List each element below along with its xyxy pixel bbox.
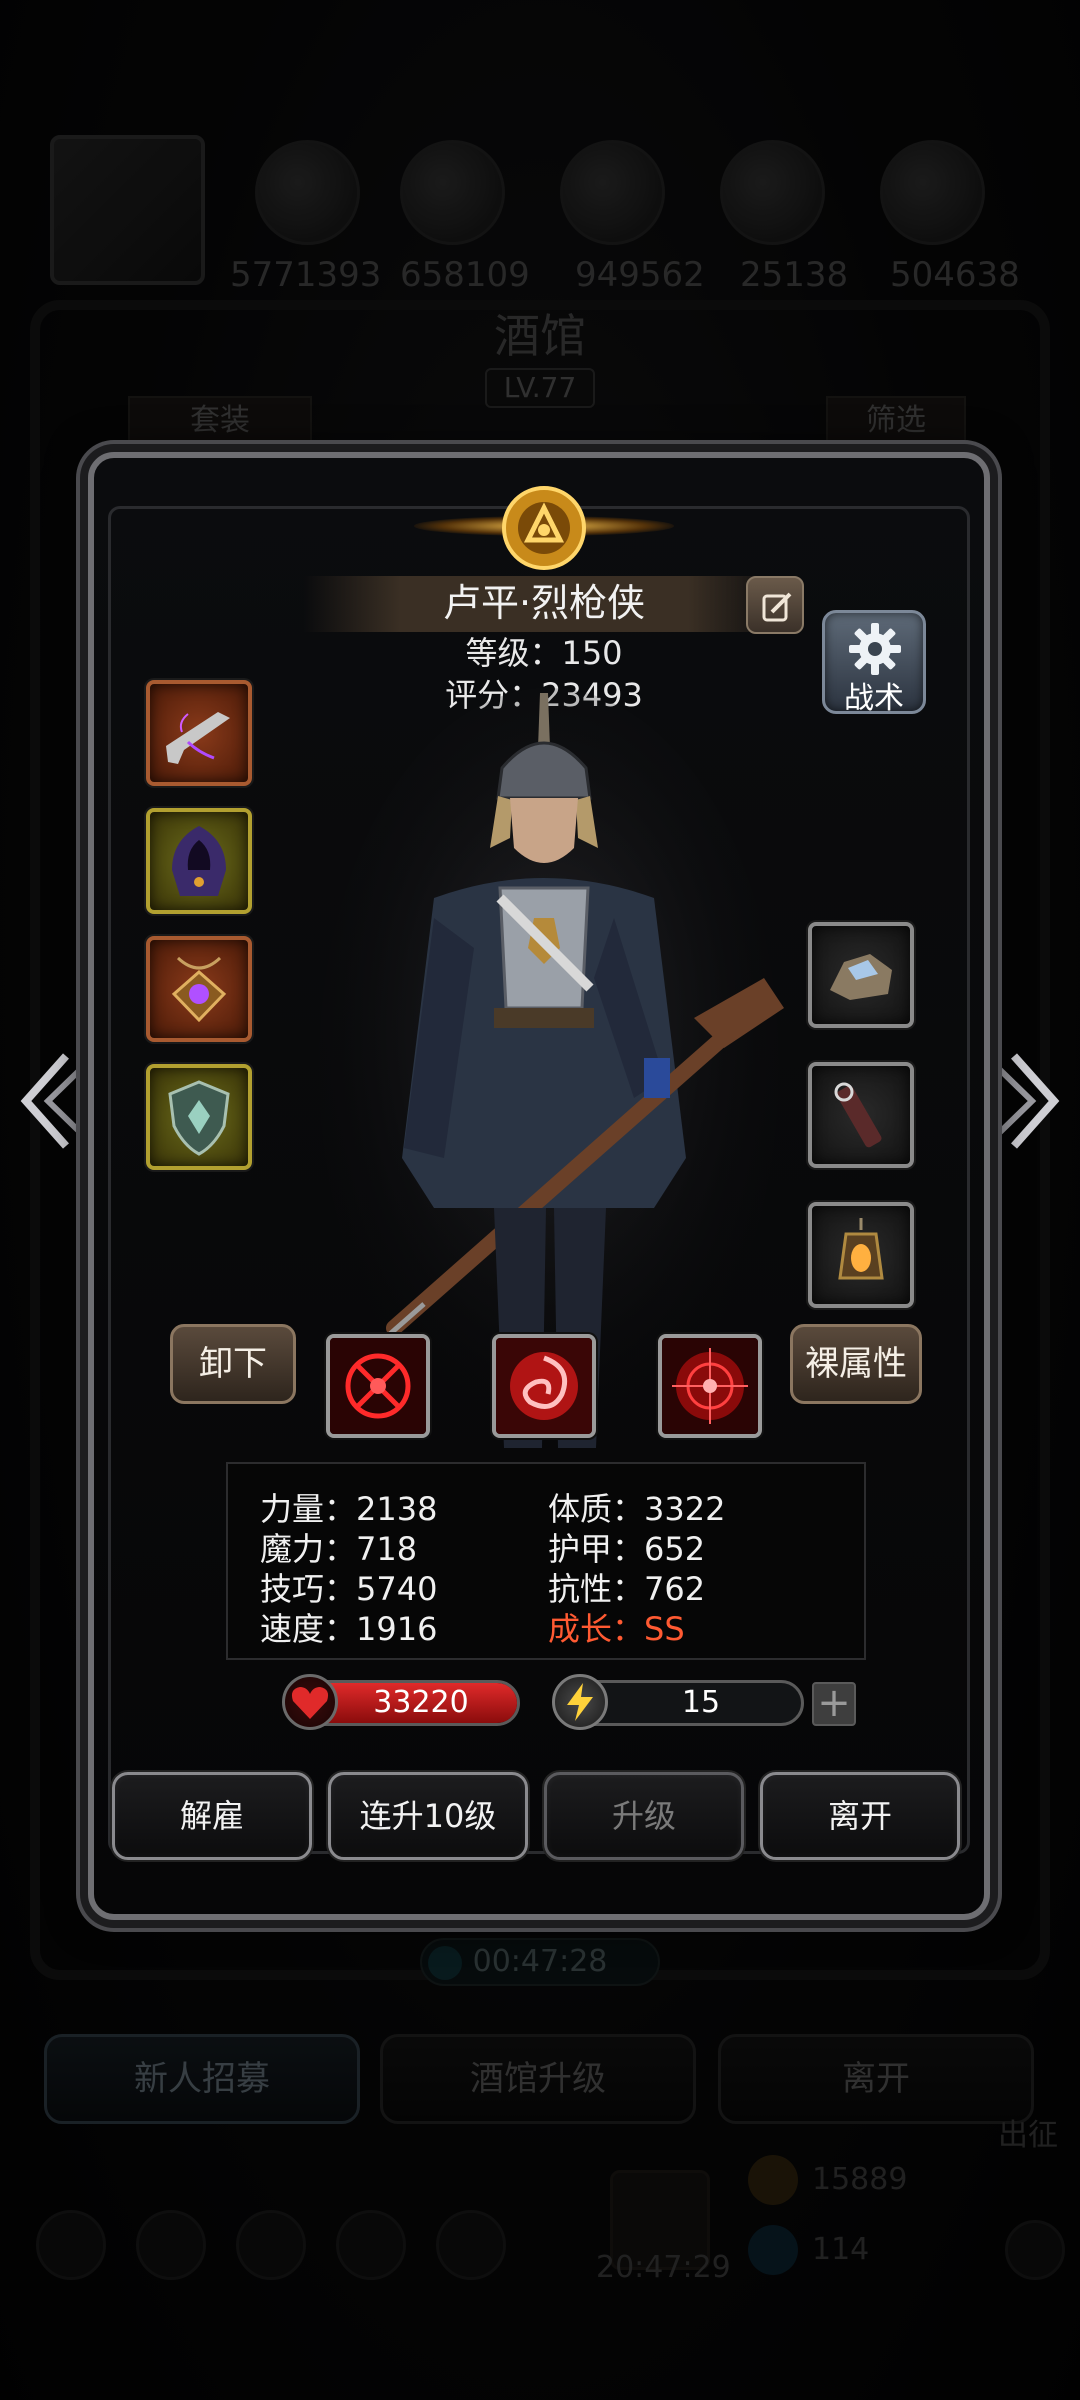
amulet-icon	[171, 956, 227, 1023]
resource-value-5: 504638	[890, 255, 1020, 295]
heart-icon	[282, 1674, 338, 1730]
resource-value-1: 5771393	[230, 255, 382, 295]
tactics-button[interactable]: 战术	[822, 610, 926, 716]
resource-icon-3	[560, 140, 665, 245]
edit-icon	[762, 592, 792, 622]
skill-slot-3[interactable]	[658, 1334, 762, 1438]
clock-icon	[428, 1946, 462, 1980]
equip-slot-lantern[interactable]	[808, 1202, 914, 1308]
tavern-level: LV.77	[485, 368, 595, 408]
bottom-nav-icon-4[interactable]	[336, 2210, 406, 2280]
upgrade-button[interactable]: 升级	[544, 1772, 744, 1860]
lightning-icon	[552, 1674, 608, 1730]
refresh-timer-text: 00:47:28	[472, 1944, 608, 1979]
next-hero-arrow-icon[interactable]	[988, 1046, 1068, 1156]
dismiss-button[interactable]: 解雇	[112, 1772, 312, 1860]
resource-icon-4	[720, 140, 825, 245]
gem-icon	[748, 2225, 798, 2275]
hero-level: 等级：150	[465, 634, 623, 672]
refresh-timer: 00:47:28	[420, 1938, 660, 1986]
rank-crest-icon	[502, 486, 586, 570]
hero-name: 卢平·烈枪侠	[442, 581, 646, 625]
ore-stone-icon	[830, 954, 892, 1000]
scroll-charm-icon	[834, 1082, 882, 1148]
tavern-title: 酒馆	[494, 309, 586, 363]
energy-value: 15	[681, 1685, 721, 1720]
add-energy-button[interactable]: +	[812, 1682, 856, 1726]
tactics-label: 战术	[844, 681, 904, 716]
resource-value-2: 658109	[400, 255, 530, 295]
hero-detail-dialog: 卢平·烈枪侠 等级：150 评分：23493 战术	[88, 452, 990, 1920]
unequip-button[interactable]: 卸下	[170, 1324, 296, 1404]
resource-value-4: 25138	[740, 255, 849, 295]
vortex-skill-icon	[496, 1338, 592, 1434]
hero-stats-panel: 力量：2138 魔力：718 技巧：5740 速度：1916 体质：3322 护…	[226, 1462, 866, 1660]
expedition-label[interactable]: 出征	[998, 2110, 1058, 2154]
player-portrait	[50, 135, 205, 285]
tavern-upgrade-button[interactable]: 酒馆升级	[380, 2034, 696, 2124]
equip-slot-cloak[interactable]	[146, 808, 252, 914]
bottom-nav-icon-2[interactable]	[136, 2210, 206, 2280]
crosshair-skill-icon	[330, 1338, 426, 1434]
equip-slot-charm[interactable]	[808, 1062, 914, 1168]
bottom-nav-icon-1[interactable]	[36, 2210, 106, 2280]
base-attributes-button[interactable]: 裸属性	[790, 1324, 922, 1404]
level-up-10-button[interactable]: 连升10级	[328, 1772, 528, 1860]
resource-icon-5	[880, 140, 985, 245]
chest-timer: 20:47:29	[596, 2250, 731, 2285]
equip-slot-ore[interactable]	[808, 922, 914, 1028]
bottom-nav-icon-5[interactable]	[436, 2210, 506, 2280]
flintlock-pistol-icon	[166, 712, 230, 764]
tavern-leave-button[interactable]: 离开	[718, 2034, 1034, 2124]
stat-speed: 速度：1916	[260, 1610, 438, 1648]
gem-count: 114	[812, 2232, 870, 2267]
lantern-icon	[838, 1218, 884, 1280]
rename-button[interactable]	[746, 576, 804, 634]
leave-button[interactable]: 离开	[760, 1772, 960, 1860]
skill-slot-2[interactable]	[492, 1334, 596, 1438]
resource-row: 5771393 658109 949562 25138 504638	[40, 130, 1040, 310]
target-skill-icon	[662, 1338, 758, 1434]
skill-slot-1[interactable]	[326, 1334, 430, 1438]
resource-icon-2	[400, 140, 505, 245]
tab-set[interactable]: 套装	[128, 396, 312, 446]
equip-slot-shield[interactable]	[146, 1064, 252, 1170]
add-icon[interactable]	[1005, 2220, 1065, 2280]
equip-slot-amulet[interactable]	[146, 936, 252, 1042]
prev-hero-arrow-icon[interactable]	[12, 1046, 92, 1156]
bottom-nav-icon-3[interactable]	[236, 2210, 306, 2280]
shield-emblem-icon	[168, 1080, 230, 1156]
recruit-button[interactable]: 新人招募	[44, 2034, 360, 2124]
equip-slot-weapon[interactable]	[146, 680, 252, 786]
coin-icon	[748, 2155, 798, 2205]
stat-growth: 成长：SS	[548, 1610, 685, 1648]
hooded-cloak-icon	[172, 826, 226, 896]
gear-icon	[849, 623, 901, 675]
resource-icon-1	[255, 140, 360, 245]
tab-filter[interactable]: 筛选	[826, 396, 966, 446]
resource-value-3: 949562	[575, 255, 705, 295]
hp-value: 33220	[373, 1685, 469, 1720]
coin-count: 15889	[812, 2162, 908, 2197]
